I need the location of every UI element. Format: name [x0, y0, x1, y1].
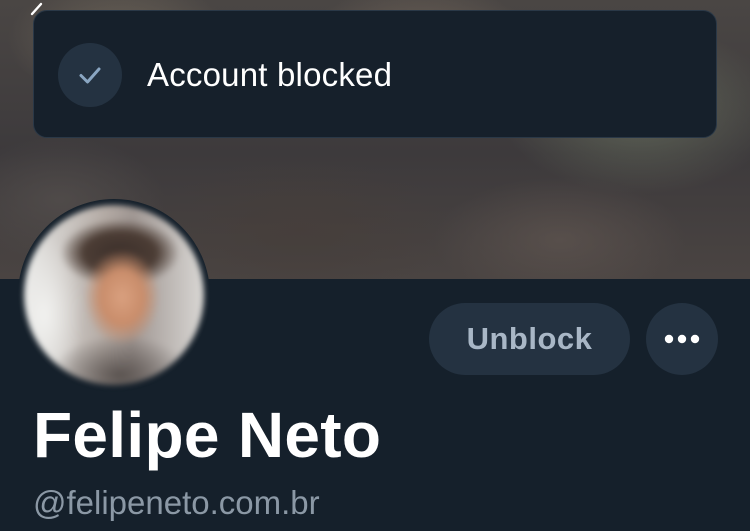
profile-page: Account blocked Unblock Felipe Neto @fel… [0, 0, 750, 531]
avatar-image [24, 205, 204, 385]
account-blocked-toast: Account blocked [33, 10, 717, 138]
unblock-button[interactable]: Unblock [429, 303, 630, 375]
check-icon [58, 43, 122, 107]
profile-handle: @felipeneto.com.br [33, 484, 320, 521]
profile-display-name: Felipe Neto [33, 399, 382, 471]
toast-message: Account blocked [147, 56, 393, 93]
avatar[interactable] [18, 199, 210, 391]
more-options-button[interactable] [646, 303, 718, 375]
more-dots-icon [664, 334, 700, 344]
